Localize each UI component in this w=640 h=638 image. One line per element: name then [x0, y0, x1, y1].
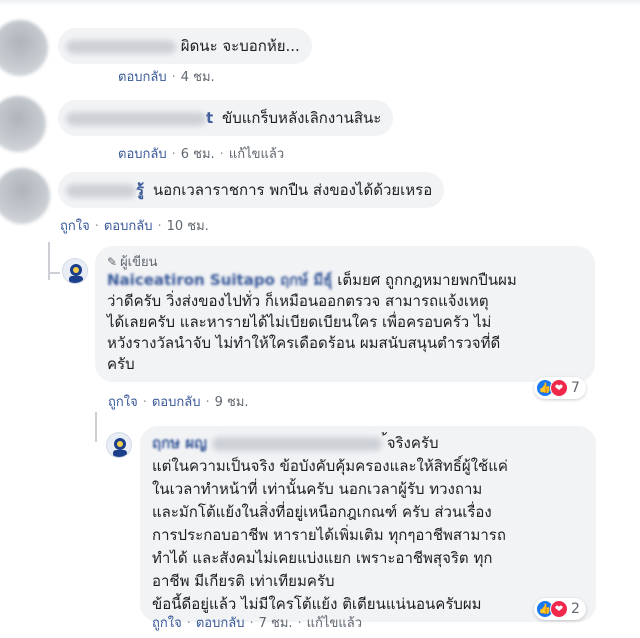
thread-connector-line [95, 412, 97, 442]
comment-time[interactable]: 6 ชม. [181, 147, 215, 162]
author-reply-line-3: ได้เลยครับ และหารายได้ไม่เบียดเบียนใคร เ… [107, 313, 492, 331]
nested-reply-line-2: แต่ในความเป็นจริง ข้อบังคับคุ้มครองและให… [152, 457, 508, 475]
love-reaction-icon: ❤ [550, 600, 568, 618]
reaction-summary[interactable]: 👍 ❤ 2 [534, 598, 586, 620]
edited-label[interactable]: แก้ไขแล้ว [229, 147, 284, 162]
nested-reply-bubble: ฤกษ ผญ ้จริงครับ แต่ในความเป็นจริง ข้อบั… [140, 426, 596, 622]
blurred-name[interactable] [66, 39, 176, 54]
nested-reply-line-1: ้จริงครับ [386, 434, 439, 452]
reply-link[interactable]: ตอบกลับ [118, 70, 167, 85]
author-name[interactable]: Naiceatiron Suitapo ฤกษ์ มีธุ์ [107, 271, 332, 289]
nested-reply-name[interactable]: ฤกษ ผญ [152, 434, 207, 452]
nested-reply-line-6: ทำได้ และสังคมไม่เคยแบ่งแยก เพราะอาชีพสุ… [152, 549, 493, 567]
thread-connector-line [48, 242, 50, 280]
author-reply-line-5: ครับ [107, 355, 135, 373]
edited-label[interactable]: แก้ไขแล้ว [307, 616, 362, 631]
reaction-count: 2 [571, 601, 580, 617]
comment-time[interactable]: 10 ชม. [167, 219, 209, 234]
blurred-name[interactable] [66, 111, 206, 126]
reply-link[interactable]: ตอบกลับ [118, 147, 167, 162]
comment-time[interactable]: 4 ชม. [181, 70, 215, 85]
page-logo-icon [113, 438, 127, 457]
nested-reply-line-7: อาชีพ มีเกียรติ เท่าเทียมครับ [152, 572, 335, 590]
like-link[interactable]: ถูกใจ [152, 616, 182, 631]
reaction-summary[interactable]: 👍 ❤ 7 [534, 377, 586, 399]
reply-link[interactable]: ตอบกลับ [104, 219, 153, 234]
author-reply-actions: ถูกใจ · ตอบกลับ · 9 ชม. [108, 395, 249, 410]
nested-reply-line-4: และมักโต้แย้งในสิ่งที่อยู่เหนือกฎเกณฑ์ ค… [152, 503, 492, 521]
love-reaction-icon: ❤ [550, 379, 568, 397]
comment-actions-2: ตอบกลับ · 6 ชม. · แก้ไขแล้ว [118, 147, 285, 162]
author-reply-bubble: ✎ ผู้เขียน Naiceatiron Suitapo ฤกษ์ มีธุ… [95, 246, 595, 382]
comment-bubble-3: รู้ นอกเวลาราชการ พกปืน ส่งของได้ด้วยเหร… [58, 172, 445, 208]
comment-time[interactable]: 7 ชม. [259, 616, 293, 631]
reply-link[interactable]: ตอบกลับ [196, 616, 245, 631]
comment-text-1: ผิดนะ จะบอกห้ย... [180, 37, 300, 55]
nested-reply-actions: ถูกใจ · ตอบกลับ · 7 ชม. · แก้ไขแล้ว [152, 616, 362, 631]
commenter-avatar[interactable] [0, 168, 50, 224]
page-avatar[interactable] [62, 258, 88, 284]
nested-reply-line-3: ในเวลาทำหน้าที่ เท่านั้นครับ นอกเวลาผู้ร… [152, 480, 483, 498]
commenter-avatar[interactable] [0, 96, 46, 152]
blurred-name [211, 436, 382, 451]
page-logo-icon [69, 264, 83, 283]
page-avatar[interactable] [106, 432, 132, 458]
author-name-text: Naiceatiron Suitapo ฤกษ์ มีธุ์ [107, 271, 333, 289]
top-divider [0, 0, 640, 6]
like-link[interactable]: ถูกใจ [60, 219, 90, 234]
reply-link[interactable]: ตอบกลับ [152, 395, 201, 410]
author-reply-line-4: หวังรางวัลนำจับ ไม่ทำให้ใครเดือดร้อน ผมส… [107, 334, 501, 352]
author-reply-line-1: เต็มยศ ถูกกฎหมายพกปืนผม [337, 271, 517, 289]
comment-bubble-1: ผิดนะ จะบอกห้ย... [58, 28, 312, 64]
reaction-count: 7 [571, 380, 580, 396]
comment-actions-3: ถูกใจ · ตอบกลับ · 10 ชม. [60, 219, 209, 234]
comment-actions-1: ตอบกลับ · 4 ชม. [118, 70, 215, 85]
commenter-name-suffix[interactable]: t [206, 109, 213, 127]
blurred-name[interactable] [66, 183, 136, 198]
comment-time[interactable]: 9 ชม. [215, 395, 249, 410]
commenter-avatar[interactable] [0, 20, 48, 76]
nested-reply-line-5: การประกอบอาชีพ หารายได้เพิ่มเติม ทุกๆอาช… [152, 526, 506, 544]
comment-text-3: นอกเวลาราชการ พกปืน ส่งของได้ด้วยเหรอ [152, 181, 433, 199]
commenter-name-suffix[interactable]: รู้ [136, 181, 144, 199]
comment-text-2: ขับแกร็บหลังเลิกงานสินะ [221, 109, 382, 127]
comment-bubble-2: t ขับแกร็บหลังเลิกงานสินะ [58, 100, 394, 136]
author-reply-line-2: ว่าดีครับ วิ่งส่งของไปทั่ว ก็เหมือนออกตร… [107, 292, 489, 310]
like-link[interactable]: ถูกใจ [108, 395, 138, 410]
thread-connector-line [48, 272, 60, 274]
